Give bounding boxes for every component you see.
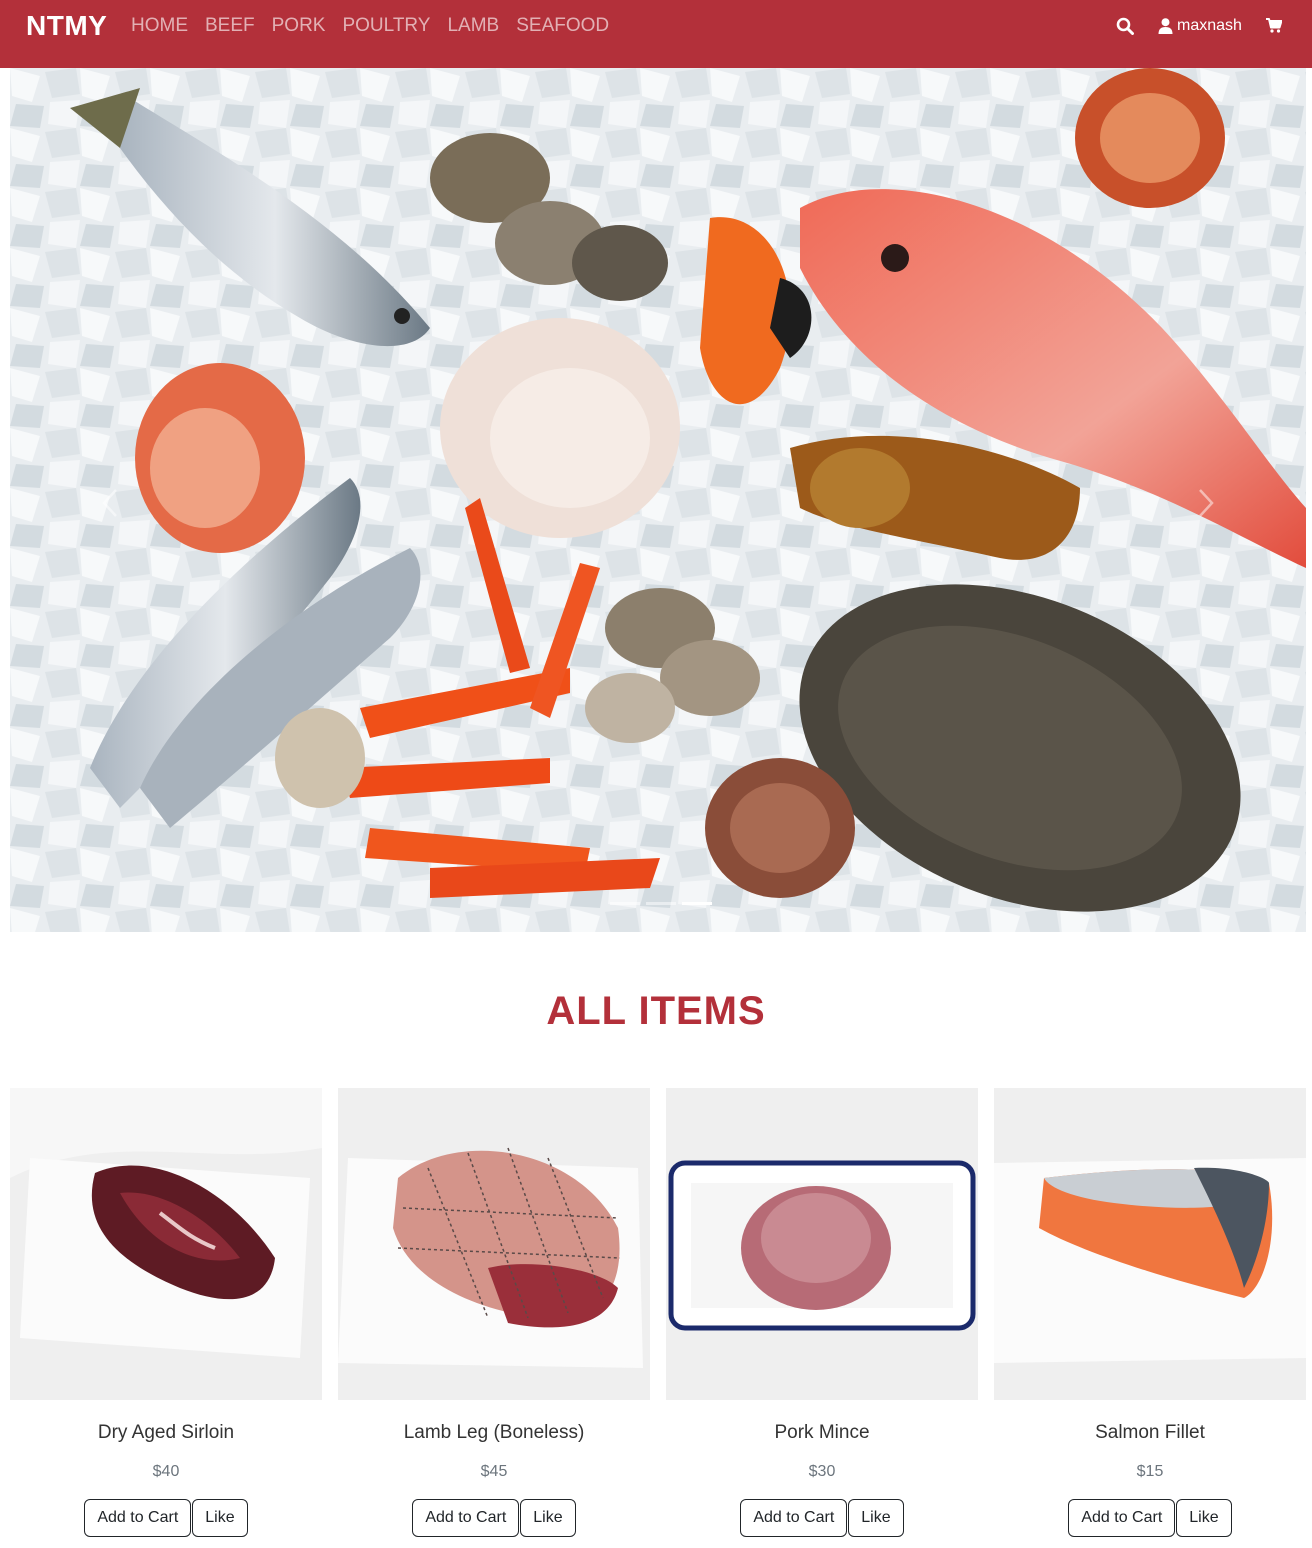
nav-links: HOME BEEF PORK POULTRY LAMB SEAFOOD bbox=[131, 14, 626, 38]
nav-link-home[interactable]: HOME bbox=[131, 14, 188, 38]
cart-icon[interactable] bbox=[1266, 18, 1282, 33]
product-image[interactable] bbox=[10, 1088, 322, 1400]
product-name: Dry Aged Sirloin bbox=[97, 1422, 235, 1443]
product-card: Pork Mince $30 Add to Cart Like bbox=[666, 1088, 978, 1537]
nav-link-beef[interactable]: BEEF bbox=[205, 14, 255, 38]
add-to-cart-button[interactable]: Add to Cart bbox=[84, 1499, 192, 1537]
carousel-indicators bbox=[610, 902, 712, 905]
product-name: Lamb Leg (Boneless) bbox=[403, 1422, 585, 1443]
like-button[interactable]: Like bbox=[1176, 1499, 1232, 1537]
add-to-cart-button[interactable]: Add to Cart bbox=[412, 1499, 520, 1537]
product-image[interactable] bbox=[666, 1088, 978, 1400]
chevron-right-icon bbox=[1199, 489, 1214, 517]
product-actions: Add to Cart Like bbox=[338, 1499, 650, 1537]
product-name: Salmon Fillet bbox=[1095, 1422, 1205, 1443]
product-actions: Add to Cart Like bbox=[666, 1499, 978, 1537]
product-image[interactable] bbox=[338, 1088, 650, 1400]
carousel-indicator-3[interactable] bbox=[682, 902, 712, 905]
nav-link-pork[interactable]: PORK bbox=[272, 14, 326, 38]
product-actions: Add to Cart Like bbox=[10, 1499, 322, 1537]
add-to-cart-button[interactable]: Add to Cart bbox=[740, 1499, 848, 1537]
product-price: $40 bbox=[152, 1463, 180, 1480]
user-account-link[interactable]: maxnash bbox=[1158, 15, 1242, 37]
product-card: Salmon Fillet $15 Add to Cart Like bbox=[994, 1088, 1306, 1537]
add-to-cart-button[interactable]: Add to Cart bbox=[1068, 1499, 1176, 1537]
product-price: $45 bbox=[480, 1463, 508, 1480]
product-price: $15 bbox=[1136, 1463, 1164, 1480]
like-button[interactable]: Like bbox=[520, 1499, 576, 1537]
username: maxnash bbox=[1177, 17, 1242, 34]
product-card: Lamb Leg (Boneless) $45 Add to Cart Like bbox=[338, 1088, 650, 1537]
nav-link-lamb[interactable]: LAMB bbox=[447, 14, 499, 38]
hero-seafood-image bbox=[10, 68, 1306, 932]
chevron-left-icon bbox=[102, 489, 117, 517]
navbar: NTMY HOME BEEF PORK POULTRY LAMB SEAFOOD… bbox=[0, 0, 1312, 68]
nav-link-seafood[interactable]: SEAFOOD bbox=[516, 14, 609, 38]
product-price: $30 bbox=[808, 1463, 836, 1480]
like-button[interactable]: Like bbox=[848, 1499, 904, 1537]
like-button[interactable]: Like bbox=[192, 1499, 248, 1537]
product-actions: Add to Cart Like bbox=[994, 1499, 1306, 1537]
section-title: ALL ITEMS bbox=[546, 989, 766, 1033]
product-name: Pork Mince bbox=[774, 1422, 870, 1443]
brand-logo[interactable]: NTMY bbox=[26, 10, 107, 42]
carousel-next-button[interactable] bbox=[1146, 68, 1306, 932]
search-icon[interactable] bbox=[1116, 17, 1134, 35]
product-card: Dry Aged Sirloin $40 Add to Cart Like bbox=[10, 1088, 322, 1537]
user-icon bbox=[1158, 18, 1173, 34]
product-image[interactable] bbox=[994, 1088, 1306, 1400]
carousel-prev-button[interactable] bbox=[10, 68, 170, 932]
carousel-indicator-2[interactable] bbox=[646, 902, 676, 905]
carousel-indicator-1[interactable] bbox=[610, 902, 640, 905]
nav-link-poultry[interactable]: POULTRY bbox=[342, 14, 430, 38]
hero-carousel bbox=[10, 68, 1306, 932]
